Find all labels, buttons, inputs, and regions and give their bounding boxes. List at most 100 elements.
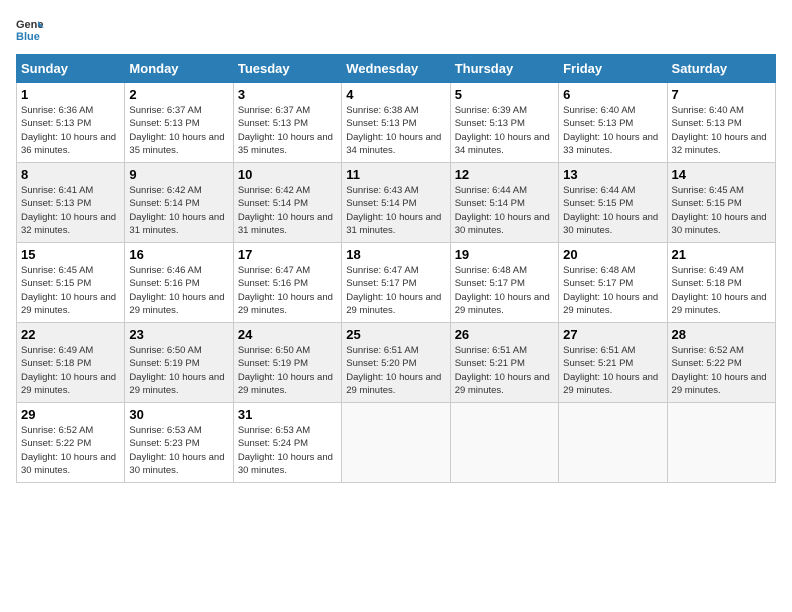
day-number: 19 [455, 247, 554, 262]
day-number: 11 [346, 167, 445, 182]
calendar-cell-1: 1 Sunrise: 6:36 AM Sunset: 5:13 PM Daylig… [17, 83, 125, 163]
day-info: Sunrise: 6:50 AM Sunset: 5:19 PM Dayligh… [129, 344, 228, 397]
day-info: Sunrise: 6:52 AM Sunset: 5:22 PM Dayligh… [672, 344, 771, 397]
calendar-cell-26: 26 Sunrise: 6:51 AM Sunset: 5:21 PM Dayli… [450, 323, 558, 403]
day-number: 18 [346, 247, 445, 262]
calendar-cell-7: 7Sunrise: 6:40 AM Sunset: 5:13 PM Daylig… [667, 83, 775, 163]
day-number: 29 [21, 407, 120, 422]
day-number: 5 [455, 87, 554, 102]
day-info: Sunrise: 6:40 AM Sunset: 5:13 PM Dayligh… [563, 104, 662, 157]
calendar-cell-29: 29 Sunrise: 6:52 AM Sunset: 5:22 PM Dayli… [17, 403, 125, 483]
day-info: Sunrise: 6:50 AM Sunset: 5:19 PM Dayligh… [238, 344, 337, 397]
day-number: 14 [672, 167, 771, 182]
day-info: Sunrise: 6:43 AM Sunset: 5:14 PM Dayligh… [346, 184, 445, 237]
calendar-cell-24: 24 Sunrise: 6:50 AM Sunset: 5:19 PM Dayli… [233, 323, 341, 403]
day-number: 21 [672, 247, 771, 262]
day-number: 6 [563, 87, 662, 102]
calendar-cell-11: 11 Sunrise: 6:43 AM Sunset: 5:14 PM Dayli… [342, 163, 450, 243]
calendar-week-4: 22 Sunrise: 6:49 AM Sunset: 5:18 PM Dayli… [17, 323, 776, 403]
calendar-cell-22: 22 Sunrise: 6:49 AM Sunset: 5:18 PM Dayli… [17, 323, 125, 403]
calendar-cell-12: 12 Sunrise: 6:44 AM Sunset: 5:14 PM Dayli… [450, 163, 558, 243]
day-number: 13 [563, 167, 662, 182]
day-number: 17 [238, 247, 337, 262]
calendar-cell-18: 18 Sunrise: 6:47 AM Sunset: 5:17 PM Dayli… [342, 243, 450, 323]
calendar-cell-20: 20Sunrise: 6:48 AM Sunset: 5:17 PM Dayli… [559, 243, 667, 323]
calendar-cell-31: 31 Sunrise: 6:53 AM Sunset: 5:24 PM Dayli… [233, 403, 341, 483]
calendar-cell-4: 4 Sunrise: 6:38 AM Sunset: 5:13 PM Daylig… [342, 83, 450, 163]
calendar-cell-28: 28 Sunrise: 6:52 AM Sunset: 5:22 PM Dayli… [667, 323, 775, 403]
day-info: Sunrise: 6:48 AM Sunset: 5:17 PM Dayligh… [455, 264, 554, 317]
day-info: Sunrise: 6:53 AM Sunset: 5:24 PM Dayligh… [238, 424, 337, 477]
day-info: Sunrise: 6:51 AM Sunset: 5:20 PM Dayligh… [346, 344, 445, 397]
svg-text:Blue: Blue [16, 31, 40, 43]
day-info: Sunrise: 6:51 AM Sunset: 5:21 PM Dayligh… [563, 344, 662, 397]
day-info: Sunrise: 6:44 AM Sunset: 5:14 PM Dayligh… [455, 184, 554, 237]
day-info: Sunrise: 6:53 AM Sunset: 5:23 PM Dayligh… [129, 424, 228, 477]
calendar-table: SundayMondayTuesdayWednesdayThursdayFrid… [16, 54, 776, 483]
day-number: 9 [129, 167, 228, 182]
day-number: 12 [455, 167, 554, 182]
day-number: 25 [346, 327, 445, 342]
day-info: Sunrise: 6:42 AM Sunset: 5:14 PM Dayligh… [129, 184, 228, 237]
day-number: 1 [21, 87, 120, 102]
header-day-thursday: Thursday [450, 55, 558, 83]
day-number: 30 [129, 407, 228, 422]
day-number: 31 [238, 407, 337, 422]
header-day-tuesday: Tuesday [233, 55, 341, 83]
day-number: 28 [672, 327, 771, 342]
day-number: 22 [21, 327, 120, 342]
calendar-cell-23: 23 Sunrise: 6:50 AM Sunset: 5:19 PM Dayli… [125, 323, 233, 403]
header-day-wednesday: Wednesday [342, 55, 450, 83]
calendar-cell-6: 6 Sunrise: 6:40 AM Sunset: 5:13 PM Daylig… [559, 83, 667, 163]
calendar-cell-16: 16Sunrise: 6:46 AM Sunset: 5:16 PM Dayli… [125, 243, 233, 323]
days-header-row: SundayMondayTuesdayWednesdayThursdayFrid… [17, 55, 776, 83]
day-info: Sunrise: 6:51 AM Sunset: 5:21 PM Dayligh… [455, 344, 554, 397]
day-info: Sunrise: 6:52 AM Sunset: 5:22 PM Dayligh… [21, 424, 120, 477]
day-number: 2 [129, 87, 228, 102]
calendar-cell-5: 5 Sunrise: 6:39 AM Sunset: 5:13 PM Daylig… [450, 83, 558, 163]
calendar-week-1: 1 Sunrise: 6:36 AM Sunset: 5:13 PM Daylig… [17, 83, 776, 163]
header-day-saturday: Saturday [667, 55, 775, 83]
calendar-cell-21: 21 Sunrise: 6:49 AM Sunset: 5:18 PM Dayli… [667, 243, 775, 323]
calendar-cell-27: 27 Sunrise: 6:51 AM Sunset: 5:21 PM Dayli… [559, 323, 667, 403]
calendar-cell-13: 13 Sunrise: 6:44 AM Sunset: 5:15 PM Dayli… [559, 163, 667, 243]
logo-icon: General Blue [16, 16, 44, 44]
calendar-cell-8: 8 Sunrise: 6:41 AM Sunset: 5:13 PM Daylig… [17, 163, 125, 243]
calendar-cell-empty [450, 403, 558, 483]
calendar-cell-19: 19 Sunrise: 6:48 AM Sunset: 5:17 PM Dayli… [450, 243, 558, 323]
day-number: 15 [21, 247, 120, 262]
calendar-cell-empty [342, 403, 450, 483]
calendar-cell-10: 10Sunrise: 6:42 AM Sunset: 5:14 PM Dayli… [233, 163, 341, 243]
day-number: 4 [346, 87, 445, 102]
calendar-cell-15: 15 Sunrise: 6:45 AM Sunset: 5:15 PM Dayli… [17, 243, 125, 323]
day-number: 27 [563, 327, 662, 342]
header-day-monday: Monday [125, 55, 233, 83]
day-info: Sunrise: 6:45 AM Sunset: 5:15 PM Dayligh… [21, 264, 120, 317]
calendar-cell-14: 14Sunrise: 6:45 AM Sunset: 5:15 PM Dayli… [667, 163, 775, 243]
day-number: 23 [129, 327, 228, 342]
day-info: Sunrise: 6:36 AM Sunset: 5:13 PM Dayligh… [21, 104, 120, 157]
calendar-cell-3: 3Sunrise: 6:37 AM Sunset: 5:13 PM Daylig… [233, 83, 341, 163]
day-number: 10 [238, 167, 337, 182]
calendar-cell-30: 30 Sunrise: 6:53 AM Sunset: 5:23 PM Dayli… [125, 403, 233, 483]
page-header: General Blue [16, 16, 776, 44]
day-number: 26 [455, 327, 554, 342]
day-number: 24 [238, 327, 337, 342]
day-info: Sunrise: 6:38 AM Sunset: 5:13 PM Dayligh… [346, 104, 445, 157]
calendar-cell-empty [667, 403, 775, 483]
day-info: Sunrise: 6:41 AM Sunset: 5:13 PM Dayligh… [21, 184, 120, 237]
day-info: Sunrise: 6:47 AM Sunset: 5:16 PM Dayligh… [238, 264, 337, 317]
day-info: Sunrise: 6:49 AM Sunset: 5:18 PM Dayligh… [21, 344, 120, 397]
header-day-friday: Friday [559, 55, 667, 83]
day-info: Sunrise: 6:39 AM Sunset: 5:13 PM Dayligh… [455, 104, 554, 157]
calendar-cell-9: 9 Sunrise: 6:42 AM Sunset: 5:14 PM Daylig… [125, 163, 233, 243]
day-number: 3 [238, 87, 337, 102]
day-info: Sunrise: 6:48 AM Sunset: 5:17 PM Dayligh… [563, 264, 662, 317]
day-number: 8 [21, 167, 120, 182]
day-info: Sunrise: 6:49 AM Sunset: 5:18 PM Dayligh… [672, 264, 771, 317]
header-day-sunday: Sunday [17, 55, 125, 83]
day-number: 16 [129, 247, 228, 262]
day-info: Sunrise: 6:47 AM Sunset: 5:17 PM Dayligh… [346, 264, 445, 317]
day-info: Sunrise: 6:44 AM Sunset: 5:15 PM Dayligh… [563, 184, 662, 237]
calendar-cell-2: 2Sunrise: 6:37 AM Sunset: 5:13 PM Daylig… [125, 83, 233, 163]
